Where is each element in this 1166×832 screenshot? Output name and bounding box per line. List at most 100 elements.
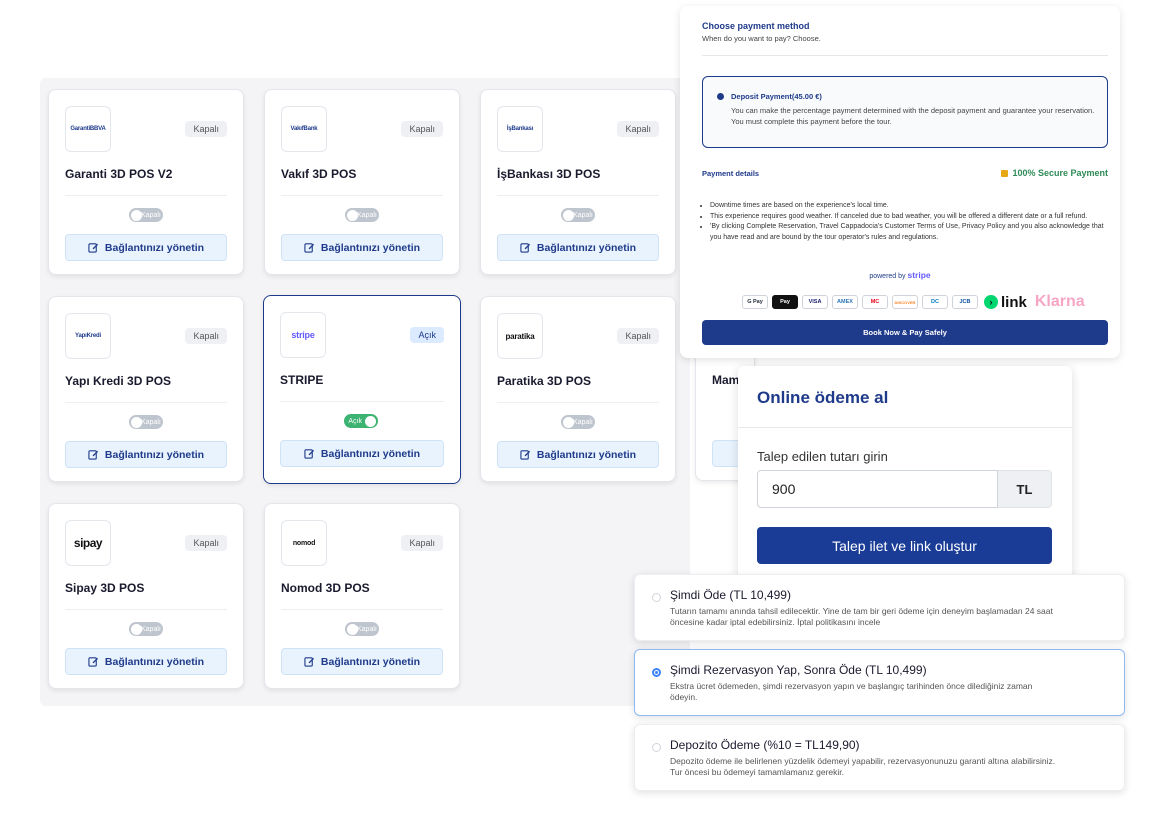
manage-connection-button[interactable]: Bağlantınızı yönetin xyxy=(65,234,227,261)
deposit-description: You can make the percentage payment dete… xyxy=(731,106,1095,126)
link-arrow-icon: › xyxy=(984,295,998,309)
card-title: İşBankası 3D POS xyxy=(497,167,601,181)
manage-connection-button[interactable]: Bağlantınızı yönetin xyxy=(281,648,443,675)
manage-connection-button[interactable]: Bağlantınızı yönetin xyxy=(281,234,443,261)
status-badge: Kapalı xyxy=(185,535,227,551)
option-title: Şimdi Rezervasyon Yap, Sonra Öde (TL 10,… xyxy=(670,663,927,677)
note-item: This experience requires good weather. I… xyxy=(710,212,1116,223)
deposit-payment-option[interactable]: Deposit Payment(45.00 €) You can make th… xyxy=(702,76,1108,148)
card-title: Yapı Kredi 3D POS xyxy=(65,374,172,388)
integration-card-paratika[interactable]: paratika Kapalı Paratika 3D POS Kapalı B… xyxy=(480,296,676,482)
google-pay-icon: G Pay xyxy=(742,295,768,309)
card-title: STRIPE xyxy=(280,373,324,387)
note-item: Downtime times are based on the experien… xyxy=(710,201,1116,212)
integration-card-isbankasi[interactable]: İşBankası Kapalı İşBankası 3D POS Kapalı… xyxy=(480,89,676,275)
payment-method-panel: Choose payment method When do you want t… xyxy=(680,6,1120,358)
payment-icons: G Pay Pay VISA AMEX MC DISCOVER DC JCB ›… xyxy=(742,293,1085,311)
edit-icon xyxy=(88,243,98,253)
integration-card-garanti[interactable]: GarantiBBVA Kapalı Garanti 3D POS V2 Kap… xyxy=(48,89,244,275)
status-toggle[interactable]: Kapalı xyxy=(561,415,595,429)
payment-details-label: Payment details xyxy=(702,169,760,178)
divider xyxy=(65,402,227,403)
edit-icon xyxy=(304,449,314,459)
divider xyxy=(497,195,659,196)
vakif-logo: VakıfBank xyxy=(281,106,327,152)
status-toggle[interactable]: Kapalı xyxy=(345,622,379,636)
manage-connection-button[interactable]: Bağlantınızı yönetin xyxy=(280,440,444,467)
pay-now-option[interactable]: Şimdi Öde (TL 10,499) Tutarın tamamı anı… xyxy=(634,574,1125,641)
manage-connection-button[interactable]: Bağlantınızı yönetin xyxy=(497,234,659,261)
status-badge: Kapalı xyxy=(401,121,443,137)
yapikredi-logo: YapıKredi xyxy=(65,313,111,359)
create-link-button[interactable]: Talep ilet ve link oluştur xyxy=(757,527,1052,564)
option-description: Tutarın tamamı anında tahsil edilecektir… xyxy=(670,606,1053,627)
note-item: 'By clicking Complete Reservation, Trave… xyxy=(710,222,1116,243)
payment-method-title: Choose payment method xyxy=(702,21,810,31)
amex-icon: AMEX xyxy=(832,295,858,309)
status-toggle[interactable]: Kapalı xyxy=(129,415,163,429)
stripe-logo: stripe xyxy=(280,312,326,358)
amount-input[interactable] xyxy=(757,470,998,508)
apple-pay-icon: Pay xyxy=(772,295,798,309)
online-payment-title: Online ödeme al xyxy=(757,388,889,407)
integration-card-vakif[interactable]: VakıfBank Kapalı Vakıf 3D POS Kapalı Bağ… xyxy=(264,89,460,275)
divider xyxy=(497,402,659,403)
discover-icon: DISCOVER xyxy=(892,295,918,309)
paratika-logo: paratika xyxy=(497,313,543,359)
status-toggle[interactable]: Açık xyxy=(344,414,378,428)
payment-method-subtitle: When do you want to pay? Choose. xyxy=(702,34,821,43)
garanti-logo: GarantiBBVA xyxy=(65,106,111,152)
status-toggle[interactable]: Kapalı xyxy=(129,622,163,636)
manage-connection-button[interactable]: Bağlantınızı yönetin xyxy=(497,441,659,468)
divider xyxy=(281,609,443,610)
status-toggle[interactable]: Kapalı xyxy=(129,208,163,222)
divider xyxy=(280,401,444,402)
option-title: Depozito Ödeme (%10 = TL149,90) xyxy=(670,738,860,752)
integration-card-stripe[interactable]: stripe Açık STRIPE Açık Bağlantınızı yön… xyxy=(263,295,461,484)
book-now-button[interactable]: Book Now & Pay Safely xyxy=(702,320,1108,345)
integration-card-sipay[interactable]: sipay Kapalı Sipay 3D POS Kapalı Bağlant… xyxy=(48,503,244,689)
integration-card-nomod[interactable]: nomod Kapalı Nomod 3D POS Kapalı Bağlant… xyxy=(264,503,460,689)
divider xyxy=(65,609,227,610)
card-title: Garanti 3D POS V2 xyxy=(65,167,173,181)
status-badge: Kapalı xyxy=(185,121,227,137)
status-toggle[interactable]: Kapalı xyxy=(345,208,379,222)
divider xyxy=(281,195,443,196)
card-title: Paratika 3D POS xyxy=(497,374,592,388)
sipay-logo: sipay xyxy=(65,520,111,566)
status-badge: Kapalı xyxy=(617,328,659,344)
edit-icon xyxy=(88,657,98,667)
option-description: Ekstra ücret ödemeden, şimdi rezervasyon… xyxy=(670,681,1033,702)
option-title: Şimdi Öde (TL 10,499) xyxy=(670,588,791,602)
card-title: Vakıf 3D POS xyxy=(281,167,357,181)
status-badge: Kapalı xyxy=(185,328,227,344)
payment-notes: Downtime times are based on the experien… xyxy=(702,201,1116,243)
integration-card-yapikredi[interactable]: YapıKredi Kapalı Yapı Kredi 3D POS Kapal… xyxy=(48,296,244,482)
manage-connection-button[interactable]: Bağlantınızı yönetin xyxy=(65,441,227,468)
option-description: Depozito ödeme ile belirlenen yüzdelik ö… xyxy=(670,756,1056,777)
lock-icon xyxy=(1001,169,1009,177)
card-title: Sipay 3D POS xyxy=(65,581,145,595)
jcb-icon: JCB xyxy=(952,295,978,309)
deposit-payment-option[interactable]: Depozito Ödeme (%10 = TL149,90) Depozito… xyxy=(634,724,1125,791)
radio-button[interactable] xyxy=(652,668,661,677)
radio-button[interactable] xyxy=(652,743,661,752)
manage-connection-button[interactable]: Bağlantınızı yönetin xyxy=(65,648,227,675)
edit-icon xyxy=(88,450,98,460)
divider xyxy=(702,55,1108,56)
radio-button[interactable] xyxy=(652,593,661,602)
status-badge: Kapalı xyxy=(617,121,659,137)
nomod-logo: nomod xyxy=(281,520,327,566)
powered-by-stripe: powered by stripe xyxy=(869,270,931,280)
isbankasi-logo: İşBankası xyxy=(497,106,543,152)
status-toggle[interactable]: Kapalı xyxy=(561,208,595,222)
edit-icon xyxy=(520,450,530,460)
radio-selected-icon xyxy=(717,93,724,100)
card-title: Mam xyxy=(712,373,740,387)
klarna-logo: Klarna xyxy=(1034,293,1085,310)
deposit-title: Deposit Payment(45.00 €) xyxy=(731,92,822,101)
edit-icon xyxy=(304,243,314,253)
status-badge: Açık xyxy=(410,327,444,343)
diners-club-icon: DC xyxy=(922,295,948,309)
book-now-pay-later-option[interactable]: Şimdi Rezervasyon Yap, Sonra Öde (TL 10,… xyxy=(634,649,1125,716)
